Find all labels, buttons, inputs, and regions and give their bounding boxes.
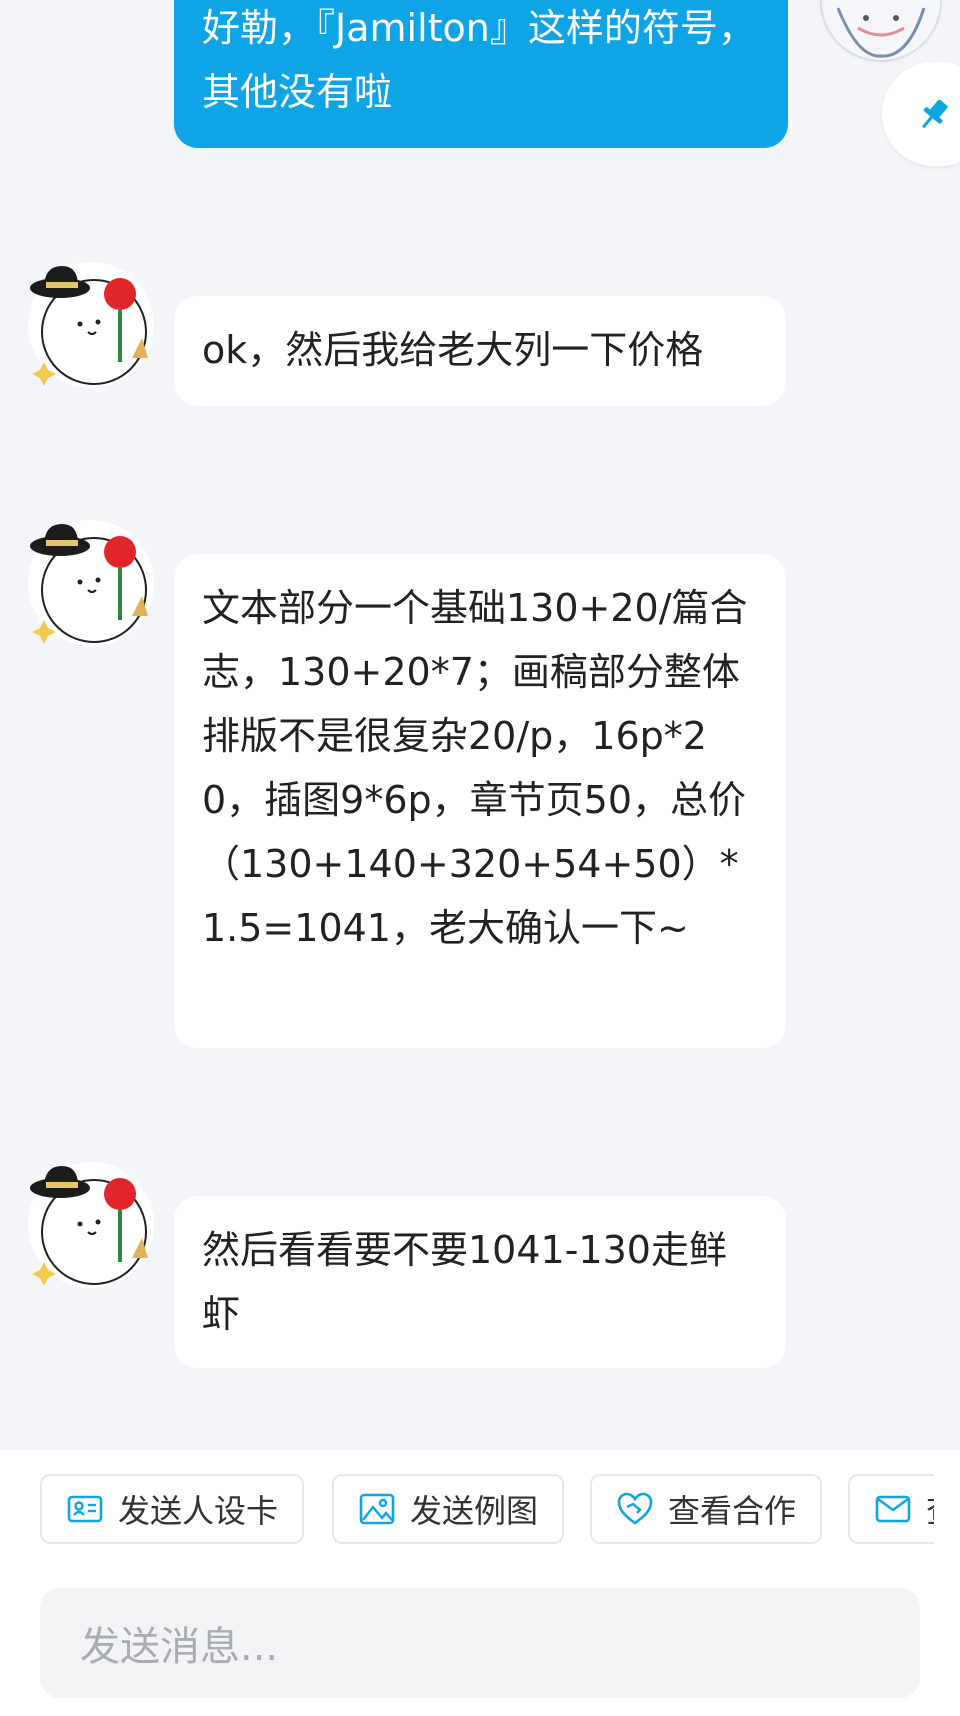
message-bubble-self[interactable]: 好勒，『Jamilton』这样的符号，其他没有啦 (174, 0, 788, 148)
message-bubble-other[interactable]: 文本部分一个基础130+20/篇合志，130+20*7；画稿部分整体排版不是很复… (174, 554, 786, 1048)
id-card-icon (67, 1495, 103, 1523)
message-bubble-other[interactable]: 然后看看要不要1041-130走鲜虾 (174, 1196, 786, 1368)
bottom-panel: 发送人设卡 发送例图 查看合作 查 发送消息... (0, 1450, 960, 1716)
pin-button[interactable] (882, 62, 960, 166)
avatar-self[interactable] (818, 0, 944, 64)
heart-handshake-icon (617, 1492, 653, 1525)
chip-label: 发送例图 (410, 1492, 539, 1530)
avatar-other[interactable] (28, 520, 154, 646)
message-input[interactable]: 发送消息... (40, 1588, 920, 1698)
mail-icon (875, 1495, 911, 1523)
pin-icon (921, 99, 948, 129)
mail-action-button[interactable]: 查 (848, 1474, 934, 1544)
chip-label: 查看合作 (668, 1492, 797, 1530)
image-icon (359, 1493, 395, 1525)
chip-label: 发送人设卡 (118, 1492, 279, 1530)
avatar-other[interactable] (28, 1162, 154, 1288)
chat-area[interactable]: 好勒，『Jamilton』这样的符号，其他没有啦 ok，然后我给老大列一下价格 … (0, 0, 960, 1450)
chip-label: 查 (926, 1486, 934, 1532)
avatar-other[interactable] (28, 262, 154, 388)
message-bubble-other[interactable]: ok，然后我给老大列一下价格 (174, 296, 786, 406)
input-placeholder: 发送消息... (80, 1624, 279, 1670)
send-character-card-button[interactable]: 发送人设卡 (40, 1474, 304, 1544)
quick-action-bar[interactable]: 发送人设卡 发送例图 查看合作 查 (0, 1474, 934, 1548)
view-collaboration-button[interactable]: 查看合作 (590, 1474, 822, 1544)
send-example-image-button[interactable]: 发送例图 (332, 1474, 564, 1544)
